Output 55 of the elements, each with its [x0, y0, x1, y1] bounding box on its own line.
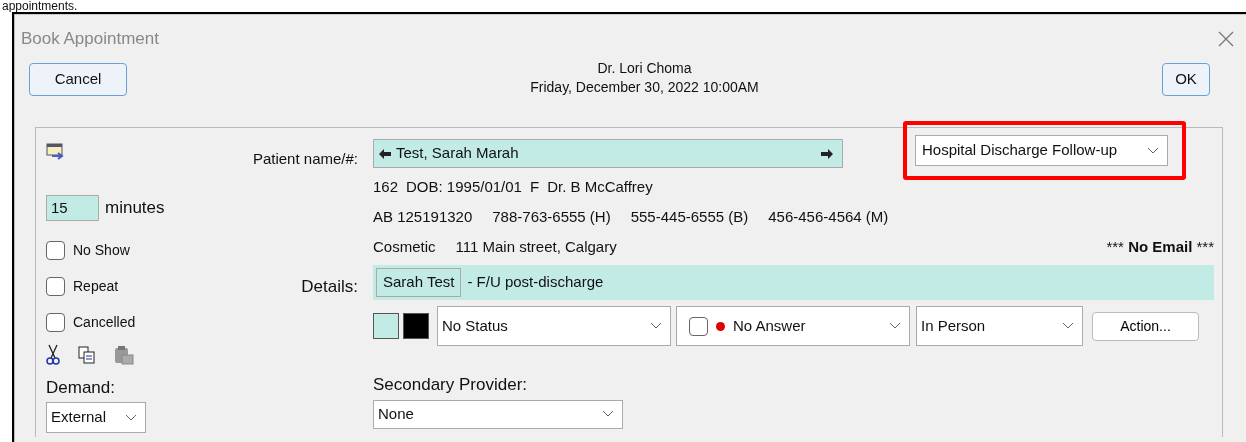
email-notice: *** No Email *** — [1106, 236, 1214, 257]
caret-icon — [889, 322, 901, 330]
status-dropdown[interactable]: No Status — [437, 306, 671, 346]
caret-icon — [125, 413, 137, 422]
patient-info-text: DOB: 1995/01/01 — [406, 176, 522, 197]
checkbox[interactable] — [689, 316, 708, 336]
caret-icon — [1062, 322, 1074, 330]
patient-tag[interactable]: Sarah Test — [376, 268, 462, 297]
patient-info-text: 162 — [373, 176, 399, 197]
color-swatch[interactable] — [403, 313, 429, 339]
patient-info-text: F — [529, 176, 540, 197]
answer-dropdown[interactable]: No Answer — [676, 306, 910, 346]
patient-info-text: Cosmetic — [373, 236, 436, 257]
demand-dropdown[interactable]: External — [46, 402, 146, 433]
checkbox[interactable] — [46, 277, 65, 296]
appointment-type-dropdown[interactable]: Hospital Discharge Follow-up — [915, 135, 1168, 166]
caret-icon — [1147, 146, 1159, 155]
color-swatch[interactable] — [373, 313, 399, 339]
ok-button[interactable]: OK — [1162, 63, 1210, 96]
patient-info-text: 788-763-6555 (H) — [492, 206, 611, 227]
checkbox[interactable] — [46, 313, 65, 332]
patient-info-text: 111 Main street, Calgary — [455, 236, 617, 257]
minutes-label: minutes — [105, 196, 165, 219]
caret-icon — [650, 322, 662, 330]
paste-icon[interactable] — [114, 344, 134, 365]
provider-name: Dr. Lori Choma — [596, 59, 693, 78]
caption-text: appointments. — [1, 0, 78, 12]
demand-label: Demand: — [46, 376, 116, 399]
checkbox-label: Cancelled — [73, 313, 136, 332]
visit-mode-dropdown[interactable]: In Person — [916, 306, 1083, 346]
checkbox[interactable] — [46, 241, 65, 260]
details-text: - F/U post-discharge — [467, 272, 604, 293]
patient-info-text: AB 125191320 — [373, 206, 473, 227]
right-arrow-icon[interactable] — [820, 147, 834, 160]
window-arrow-icon[interactable] — [46, 143, 66, 162]
cancel-button[interactable]: Cancel — [29, 63, 127, 96]
copy-icon[interactable] — [78, 345, 96, 364]
patient-info-text: 555-445-6555 (B) — [630, 206, 749, 227]
patient-info-text: 456-456-4564 (M) — [768, 206, 889, 227]
patient-info-text: Dr. B McCaffrey — [547, 176, 653, 197]
action-button[interactable]: Action... — [1092, 311, 1199, 341]
secondary-provider-label: Secondary Provider: — [373, 374, 529, 396]
left-arrow-icon[interactable] — [378, 147, 392, 160]
patient-name-field[interactable]: Test, Sarah Marah — [373, 139, 843, 168]
caret-icon — [602, 410, 614, 418]
secondary-provider-dropdown[interactable]: None — [373, 399, 623, 429]
duration-field[interactable]: 15 — [46, 194, 99, 221]
close-icon[interactable] — [1218, 31, 1234, 47]
details-label: Details: — [300, 276, 358, 298]
patient-label: Patient name/#: — [251, 149, 358, 169]
cut-icon[interactable] — [46, 343, 60, 366]
checkbox-label: Repeat — [73, 277, 119, 296]
window-title: Book Appointment — [21, 28, 159, 51]
checkbox-label: No Show — [73, 241, 130, 260]
appointment-datetime: Friday, December 30, 2022 10:00AM — [530, 78, 759, 97]
